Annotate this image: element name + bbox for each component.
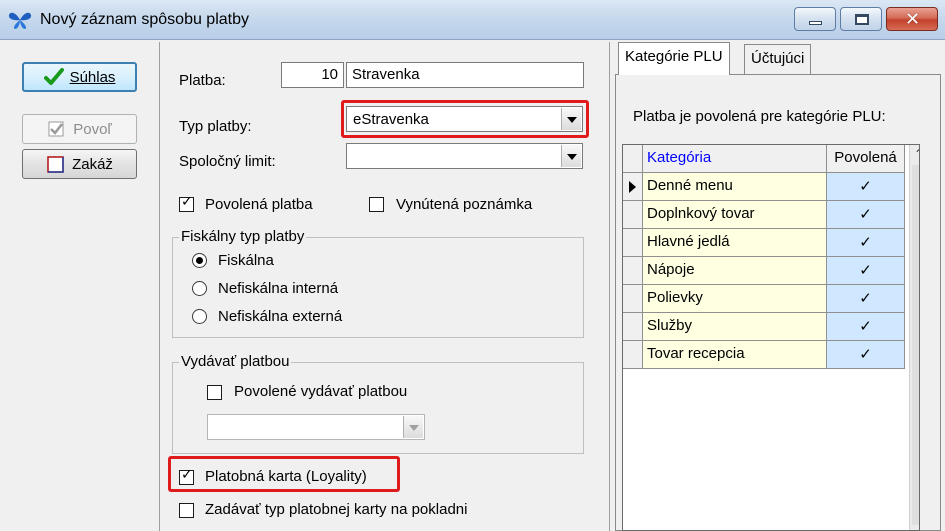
- categories-grid[interactable]: Kategória Povolená Denné menu ✓ Doplnkov…: [622, 144, 920, 531]
- non-fiscal-external-label: Nefiskálna externá: [218, 308, 343, 325]
- minimize-button[interactable]: [794, 7, 836, 31]
- confirm-button-label: Súhlas: [69, 68, 116, 86]
- checked-box-icon: [48, 121, 64, 137]
- table-row[interactable]: Polievky ✓: [623, 285, 909, 313]
- issue-payment-group-title: Vydávať platbou: [179, 353, 292, 370]
- category-cell[interactable]: Hlavné jedlá: [643, 229, 827, 257]
- category-cell[interactable]: Doplnkový tovar: [643, 201, 827, 229]
- window-title: Nový záznam spôsobu platby: [40, 11, 249, 28]
- scroll-up-icon[interactable]: ⌃: [912, 147, 919, 161]
- action-panel: Súhlas Povoľ Zakáž: [0, 42, 160, 531]
- shared-limit-label: Spoločný limit:: [179, 153, 276, 170]
- allow-button-label: Povoľ: [73, 120, 112, 138]
- allowed-payment-label: Povolená platba: [205, 196, 313, 213]
- allowed-cell[interactable]: ✓: [827, 313, 905, 341]
- grid-corner: [623, 145, 643, 173]
- forced-note-checkbox[interactable]: [369, 197, 384, 212]
- empty-box-icon: [47, 156, 64, 173]
- issue-payment-group: Vydávať platbou: [172, 353, 584, 454]
- table-row[interactable]: Hlavné jedlá ✓: [623, 229, 909, 257]
- non-fiscal-internal-label: Nefiskálna interná: [218, 280, 339, 297]
- card-type-label: Zadávať typ platobnej karty na pokladni: [205, 501, 468, 518]
- close-icon: ✕: [905, 9, 921, 30]
- allowed-cell[interactable]: ✓: [827, 173, 905, 201]
- column-header-allowed[interactable]: Povolená: [827, 145, 905, 173]
- dropdown-arrow-icon[interactable]: [403, 416, 423, 438]
- dropdown-arrow-icon[interactable]: [561, 145, 581, 167]
- category-cell[interactable]: Polievky: [643, 285, 827, 313]
- allowed-cell[interactable]: ✓: [827, 229, 905, 257]
- table-row[interactable]: Nápoje ✓: [623, 257, 909, 285]
- grid-scrollbar[interactable]: ⌃: [909, 145, 919, 530]
- non-fiscal-internal-radio[interactable]: [192, 281, 207, 296]
- payment-type-label: Typ platby:: [179, 118, 252, 135]
- green-checkmark-icon: [43, 68, 64, 85]
- allow-button[interactable]: Povoľ: [22, 114, 137, 144]
- non-fiscal-external-radio[interactable]: [192, 309, 207, 324]
- grid-header: Kategória Povolená: [623, 145, 909, 173]
- forbid-button-label: Zakáž: [72, 155, 113, 173]
- categories-panel: Kategórie PLU Účtujúci Platba je povolen…: [609, 42, 945, 531]
- allowed-payment-checkbox[interactable]: ✓: [179, 194, 194, 212]
- allowed-cell[interactable]: ✓: [827, 341, 905, 369]
- allowed-cell[interactable]: ✓: [827, 285, 905, 313]
- scroll-thumb[interactable]: [912, 165, 919, 525]
- title-bar[interactable]: Nový záznam spôsobu platby ✕: [0, 0, 945, 40]
- forbid-button[interactable]: Zakáž: [22, 149, 137, 179]
- row-indicator: [623, 201, 643, 229]
- allowed-cell[interactable]: ✓: [827, 201, 905, 229]
- table-row[interactable]: Doplnkový tovar ✓: [623, 201, 909, 229]
- table-row[interactable]: Tovar recepcia ✓: [623, 341, 909, 369]
- fiscal-type-group-title: Fiskálny typ platby: [179, 228, 307, 245]
- fiscal-radio[interactable]: [192, 253, 207, 268]
- tab-accountants[interactable]: Účtujúci: [744, 44, 812, 74]
- column-header-category[interactable]: Kategória: [643, 145, 827, 173]
- close-button[interactable]: ✕: [886, 7, 938, 31]
- row-indicator: [623, 229, 643, 257]
- fiscal-radio-label: Fiskálna: [218, 252, 274, 269]
- row-indicator: [623, 257, 643, 285]
- card-type-checkbox[interactable]: [179, 503, 194, 518]
- table-row[interactable]: Denné menu ✓: [623, 173, 909, 201]
- category-cell[interactable]: Tovar recepcia: [643, 341, 827, 369]
- payment-number-field[interactable]: 10: [281, 62, 344, 88]
- row-indicator: [623, 313, 643, 341]
- current-row-pointer-icon: [629, 181, 636, 193]
- category-cell[interactable]: Nápoje: [643, 257, 827, 285]
- confirm-button[interactable]: Súhlas: [22, 62, 137, 92]
- table-row[interactable]: Služby ✓: [623, 313, 909, 341]
- allowed-cell[interactable]: ✓: [827, 257, 905, 285]
- butterfly-icon: [8, 12, 32, 29]
- shared-limit-select[interactable]: [346, 143, 583, 169]
- tab-plu-categories[interactable]: Kategórie PLU: [618, 42, 730, 75]
- highlight-card-box: [168, 456, 400, 492]
- forced-note-label: Vynútená poznámka: [396, 196, 533, 213]
- issue-payment-select[interactable]: [207, 414, 425, 440]
- issue-allowed-checkbox[interactable]: [207, 385, 222, 400]
- row-indicator: [623, 341, 643, 369]
- categories-description: Platba je povolená pre kategórie PLU:: [633, 108, 886, 125]
- highlight-type-box: [341, 100, 589, 138]
- minimize-icon: [809, 21, 822, 25]
- payment-label: Platba:: [179, 72, 226, 89]
- category-cell[interactable]: Služby: [643, 313, 827, 341]
- row-indicator: [623, 285, 643, 313]
- category-cell[interactable]: Denné menu: [643, 173, 827, 201]
- row-indicator: [623, 173, 643, 201]
- maximize-icon: [855, 14, 869, 25]
- payment-form: Platba: 10 Stravenka Typ platby: eStrave…: [161, 42, 608, 531]
- payment-name-field[interactable]: Stravenka: [346, 62, 584, 88]
- issue-allowed-label: Povolené vydávať platbou: [234, 383, 408, 400]
- maximize-button[interactable]: [840, 7, 882, 31]
